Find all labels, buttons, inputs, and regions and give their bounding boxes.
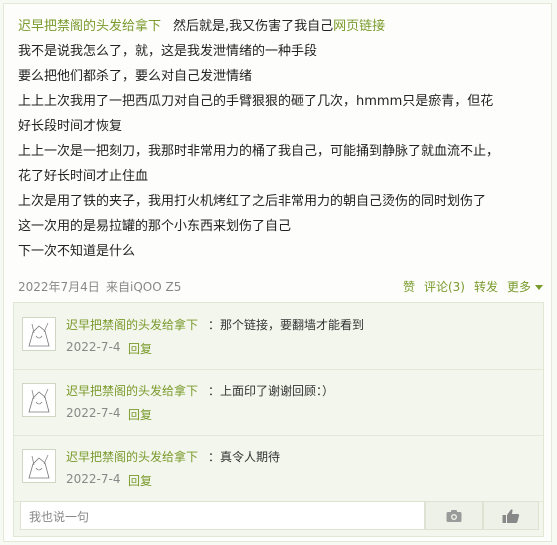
comment-date: 2022-7-4 bbox=[66, 406, 121, 420]
thumbs-up-icon bbox=[502, 508, 520, 523]
comment-item: 迟早把禁阁的头发给拿下 ：上面印了谢谢回顾：） 2022-7-4 回复 bbox=[14, 369, 543, 436]
more-label: 更多 bbox=[506, 280, 531, 294]
comment-text: ：那个链接，要翻墙才能看到 bbox=[208, 318, 365, 332]
comment-date: 2022-7-4 bbox=[66, 472, 121, 486]
avatar-drawing-icon bbox=[28, 388, 50, 413]
comment-item: 迟早把禁阁的头发给拿下 ：真令人期待 2022-7-4 回复 bbox=[14, 435, 543, 502]
post-line: 下一次不知道是什么 bbox=[18, 244, 136, 259]
comment-link[interactable]: 评论(3) bbox=[424, 278, 465, 295]
post-line: 好长段时间才恢复 bbox=[18, 119, 123, 134]
post-line: 这一次用的是易拉罐的那个小东西来划伤了自己 bbox=[18, 219, 292, 234]
post-line: 花了好长时间才止住血 bbox=[18, 169, 149, 184]
post-line: 上次是用了铁的夹子，我用打火机烤红了之后非常用力的朝自己烫伤的同时划伤了 bbox=[18, 194, 487, 209]
post-first-line: 迟早把禁阁的头发给拿下 然后就是,我又伤害了我自己网页链接 bbox=[18, 14, 543, 39]
comment-user-link[interactable]: 迟早把禁阁的头发给拿下 bbox=[66, 448, 198, 465]
post-card: 迟早把禁阁的头发给拿下 然后就是,我又伤害了我自己网页链接 我不是说我怎么了，就，… bbox=[3, 3, 552, 542]
avatar-drawing-icon bbox=[28, 454, 50, 479]
post-intro: 然后就是,我又伤害了我自己 bbox=[173, 19, 334, 34]
post-line: 上上上次我用了一把西瓜刀对自己的手臂狠狠的砸了几次，hmmm只是瘀青，但花 bbox=[18, 94, 494, 109]
reply-link[interactable]: 回复 bbox=[128, 472, 152, 489]
post-line: 要么把他们都杀了，要么对自己发泄情绪 bbox=[18, 69, 253, 84]
post-meta: 2022年7月4日 来自iQOO Z5 赞 评论(3) 转发 更多 bbox=[18, 276, 543, 296]
post-line: 上上一次是一把刻刀，我那时非常用力的桶了我自己，可能捅到静脉了就血流不止， bbox=[18, 144, 500, 159]
post-actions: 赞 评论(3) 转发 更多 bbox=[403, 278, 543, 295]
comment-user-link[interactable]: 迟早把禁阁的头发给拿下 bbox=[66, 316, 198, 333]
comment-text: ：上面印了谢谢回顾：） bbox=[208, 384, 335, 398]
chevron-down-icon bbox=[535, 285, 543, 290]
reply-link[interactable]: 回复 bbox=[128, 340, 152, 357]
comment-text: ：真令人期待 bbox=[208, 450, 281, 464]
reply-link[interactable]: 回复 bbox=[128, 406, 152, 423]
comment-date: 2022-7-4 bbox=[66, 340, 121, 354]
comment-item: 迟早把禁阁的头发给拿下 ：那个链接，要翻墙才能看到 2022-7-4 回复 bbox=[14, 303, 543, 370]
web-link[interactable]: 网页链接 bbox=[333, 19, 385, 34]
avatar[interactable] bbox=[22, 383, 56, 417]
comment-input[interactable]: 我也说一句 bbox=[20, 501, 425, 530]
comment-user-link[interactable]: 迟早把禁阁的头发给拿下 bbox=[66, 382, 198, 399]
like-button[interactable] bbox=[483, 501, 539, 530]
post-source: 来自iQOO Z5 bbox=[106, 280, 182, 294]
post-author-link[interactable]: 迟早把禁阁的头发给拿下 bbox=[18, 19, 161, 34]
photo-button[interactable] bbox=[425, 501, 483, 530]
post-body: 迟早把禁阁的头发给拿下 然后就是,我又伤害了我自己网页链接 我不是说我怎么了，就，… bbox=[18, 14, 543, 264]
camera-icon bbox=[446, 509, 462, 522]
post-date: 2022年7月4日 bbox=[18, 280, 100, 294]
repost-link[interactable]: 转发 bbox=[474, 278, 498, 295]
like-link[interactable]: 赞 bbox=[403, 278, 415, 295]
post-line: 我不是说我怎么了，就，这是我发泄情绪的一种手段 bbox=[18, 44, 318, 59]
more-menu[interactable]: 更多 bbox=[507, 278, 543, 295]
avatar[interactable] bbox=[22, 449, 56, 483]
avatar-drawing-icon bbox=[28, 322, 50, 347]
comments-section: 迟早把禁阁的头发给拿下 ：那个链接，要翻墙才能看到 2022-7-4 回复 迟早… bbox=[13, 302, 544, 537]
avatar[interactable] bbox=[22, 317, 56, 351]
